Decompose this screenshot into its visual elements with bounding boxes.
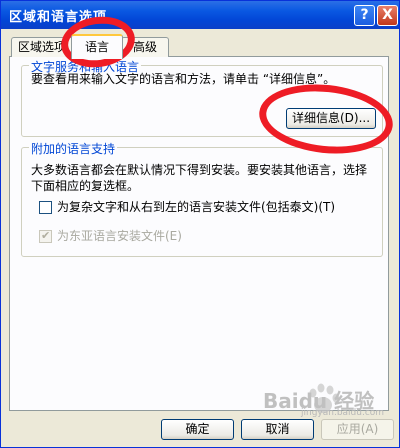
complex-script-checkbox[interactable] <box>39 201 52 214</box>
checkmark-icon: ✔ <box>41 229 51 242</box>
supplemental-language-legend: 附加的语言支持 <box>29 140 118 157</box>
watermark-subtext: jingyan.baidu.com <box>301 408 385 418</box>
cancel-button[interactable]: 取消 <box>241 419 314 440</box>
tab-languages[interactable]: 语言 <box>71 34 123 59</box>
east-asian-label: 为东亚语言安装文件(E) <box>57 229 182 243</box>
help-button[interactable]: ? <box>354 5 375 26</box>
text-services-description: 要查看用来输入文字的语言和方法，请单击 “详细信息”。 <box>31 72 336 86</box>
tab-advanced[interactable]: 高级 <box>121 37 169 57</box>
apply-button: 应用(A) <box>321 419 394 440</box>
details-button[interactable]: 详细信息(D)... <box>286 108 376 129</box>
window-title: 区域和语言选项 <box>9 10 108 25</box>
east-asian-checkbox: ✔ <box>39 229 52 243</box>
dialog-window: 区域和语言选项 ? X 区域选项 语言 高级 文字服务和输入语言 要查看用来输入… <box>0 0 400 448</box>
supplemental-language-description: 大多数语言都会在默认情况下得到安装。要安装其他语言，选择下面相应的复选框。 <box>31 163 368 193</box>
east-asian-option: ✔ 为东亚语言安装文件(E) <box>39 229 369 244</box>
close-button[interactable]: X <box>377 5 398 26</box>
complex-script-label: 为复杂文字和从右到左的语言安装文件(包括泰文)(T) <box>57 200 336 214</box>
tab-regional-options[interactable]: 区域选项 <box>11 37 73 57</box>
ok-button[interactable]: 确定 <box>161 419 234 440</box>
complex-script-option[interactable]: 为复杂文字和从右到左的语言安装文件(包括泰文)(T) <box>39 200 369 215</box>
title-bar[interactable]: 区域和语言选项 ? X <box>1 1 399 29</box>
